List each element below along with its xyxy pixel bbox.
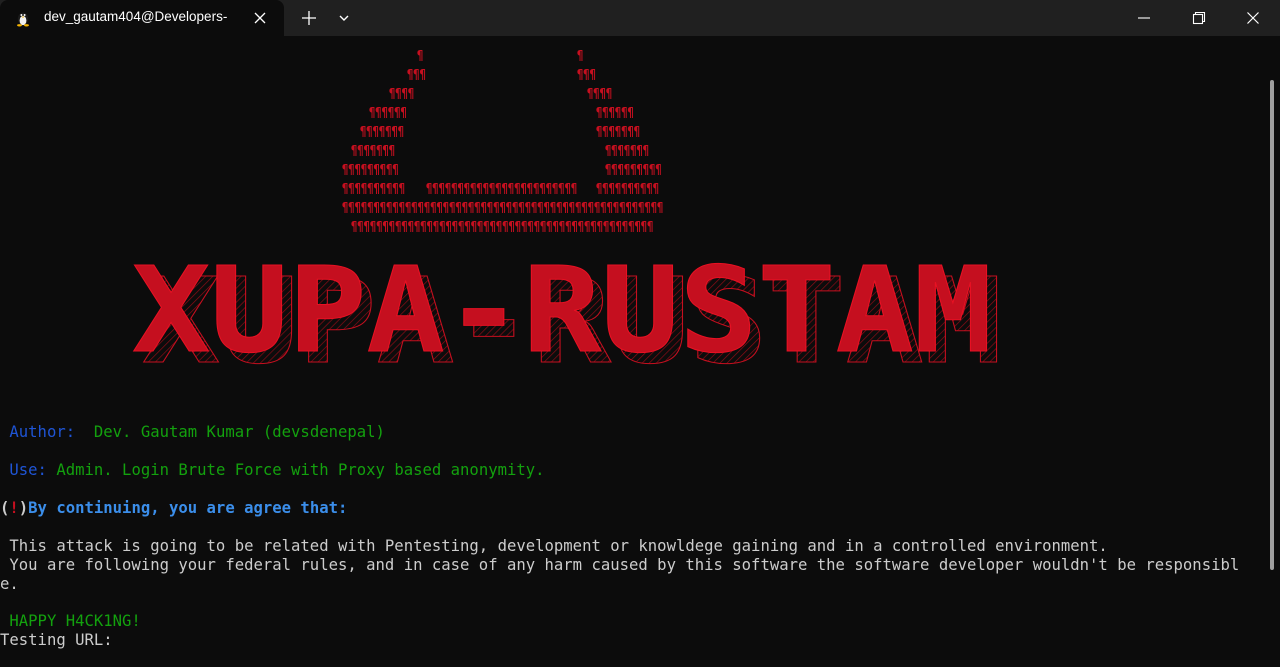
- warning-mark: !: [9, 499, 19, 517]
- terms-line-2: You are following your federal rules, an…: [0, 556, 1240, 574]
- banner-glyph-row: ¶¶¶¶¶¶¶¶¶: [342, 163, 399, 178]
- banner-glyph-row: ¶¶¶¶¶¶: [596, 106, 634, 121]
- banner-glyph-row: ¶¶¶: [577, 68, 596, 83]
- banner-glyph-row: ¶¶¶¶¶¶¶: [360, 125, 404, 140]
- scrollbar-thumb[interactable]: [1270, 80, 1274, 570]
- happy-hacking: HAPPY H4CK1NG!: [0, 612, 141, 630]
- banner-glyph-row: ¶¶¶¶¶¶¶¶¶¶¶¶¶¶¶¶¶¶¶¶¶¶¶¶¶¶¶¶¶¶¶¶¶¶¶¶¶¶¶¶…: [342, 201, 663, 216]
- scrollbar[interactable]: [1268, 80, 1276, 570]
- warning-text: By continuing, you are agree that:: [28, 499, 348, 517]
- close-window-button[interactable]: [1226, 0, 1280, 36]
- author-line: Author: Dev. Gautam Kumar (devsdenepal): [0, 423, 385, 442]
- warning-paren-close: ): [18, 499, 29, 517]
- banner-glyph-row: ¶¶¶¶¶¶¶¶¶¶¶¶¶¶¶¶¶¶¶¶¶¶¶¶¶¶¶¶¶¶¶¶¶¶¶¶¶¶¶¶…: [351, 220, 653, 235]
- banner-glyph-row: ¶¶¶¶¶¶¶¶¶¶¶¶¶¶¶¶¶¶¶¶¶¶¶¶: [426, 182, 577, 197]
- use-value: Admin. Login Brute Force with Proxy base…: [56, 461, 545, 479]
- minimize-icon: [1138, 17, 1150, 19]
- banner-glyph-row: ¶¶¶¶¶¶¶¶¶¶: [342, 182, 405, 197]
- banner-glyph-row: ¶¶¶¶¶¶: [369, 106, 407, 121]
- close-icon: [1247, 12, 1259, 24]
- banner-glyph-row: ¶¶¶¶¶¶¶¶¶¶: [596, 182, 659, 197]
- url-prompt: Testing URL:: [0, 631, 113, 649]
- terms-line-3: e.: [0, 575, 19, 593]
- close-tab-icon[interactable]: [252, 10, 268, 26]
- warning-paren-open: (: [0, 499, 10, 517]
- banner-logo: XUPA-RUSTAM XUPA-RUSTAM: [132, 241, 1003, 377]
- minimize-button[interactable]: [1117, 0, 1171, 36]
- banner-glyph-row: ¶¶¶: [407, 68, 426, 83]
- banner-logo-text: XUPA-RUSTAM: [132, 241, 992, 376]
- maximize-button[interactable]: [1172, 0, 1226, 36]
- terms-line-1: This attack is going to be related with …: [0, 537, 1108, 555]
- tab-title: dev_gautam404@Developers-: [44, 9, 228, 24]
- title-bar: dev_gautam404@Developers-: [0, 0, 1280, 36]
- use-line: Use: Admin. Login Brute Force with Proxy…: [0, 461, 545, 480]
- banner-art: ¶ ¶¶¶¶ ¶¶¶¶¶¶¶ ¶¶¶¶¶¶¶¶¶¶ ¶¶¶¶¶¶¶¶¶¶¶¶¶ ¶¶¶¶¶…: [132, 49, 1003, 377]
- author-value: Dev. Gautam Kumar (devsdenepal): [93, 423, 385, 441]
- banner-glyph-rows: ¶ ¶¶¶¶ ¶¶¶¶¶¶¶ ¶¶¶¶¶¶¶¶¶¶ ¶¶¶¶¶¶¶¶¶¶¶¶¶ ¶¶¶¶¶…: [342, 49, 663, 235]
- banner-glyph-row: ¶¶¶¶¶¶¶: [605, 144, 649, 159]
- banner-glyph-row: ¶: [577, 49, 583, 64]
- plus-icon[interactable]: [300, 9, 318, 27]
- banner-glyph-row: ¶¶¶¶¶¶¶: [596, 125, 640, 140]
- banner-glyph-row: ¶¶¶¶¶¶¶: [351, 144, 395, 159]
- banner-glyph-row: ¶¶¶¶¶¶¶¶¶: [605, 163, 662, 178]
- banner-glyph-row: ¶¶¶¶: [587, 87, 612, 102]
- chevron-down-icon[interactable]: [336, 10, 352, 26]
- restore-icon: [1192, 11, 1206, 25]
- author-label: Author:: [9, 423, 76, 441]
- terminal-output[interactable]: ¶ ¶ ¶¶¶ ¶¶¶ ¶¶¶¶ ¶¶¶¶ ¶¶¶¶¶¶ ¶¶¶¶¶¶ ¶¶¶¶¶¶¶ ¶¶¶¶¶…: [0, 36, 1266, 667]
- terminal-tab[interactable]: dev_gautam404@Developers-: [0, 0, 284, 36]
- warning-line: (!)By continuing, you are agree that:: [0, 499, 347, 518]
- linux-tux-icon: [17, 12, 29, 27]
- banner-glyph-row: ¶¶¶¶: [389, 87, 414, 102]
- banner-glyph-row: ¶: [417, 49, 423, 64]
- use-label: Use:: [9, 461, 47, 479]
